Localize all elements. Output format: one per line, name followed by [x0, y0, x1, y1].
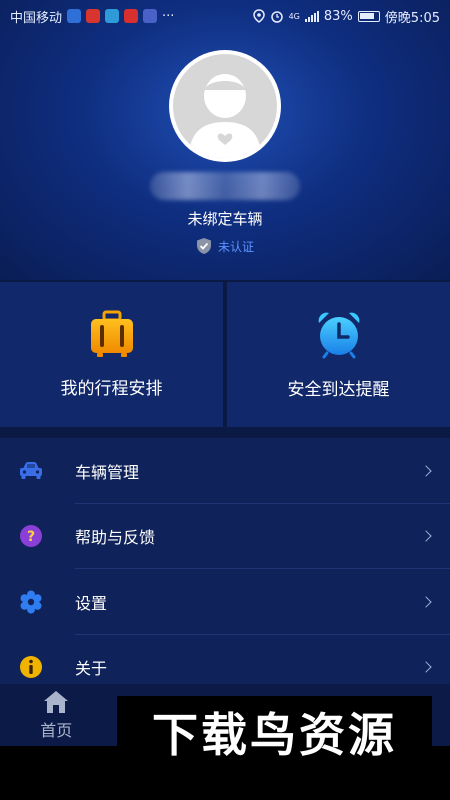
verification-status: 未认证 — [217, 239, 254, 254]
clock-time: 傍晚5:05 — [384, 10, 440, 26]
luggage-icon — [90, 310, 133, 357]
menu-item-label: 车辆管理 — [75, 462, 140, 482]
battery-icon — [357, 10, 380, 22]
more-notifications: ··· — [162, 8, 175, 24]
location-icon — [252, 9, 265, 23]
chevron-right-icon — [420, 465, 432, 477]
app-notification-icon — [86, 9, 101, 23]
settings-menu: 车辆管理 ? 帮助与反馈 设置 关于 — [0, 438, 450, 694]
chevron-right-icon — [420, 530, 432, 542]
battery-percent: 83% — [323, 8, 353, 24]
network-type: 4G — [288, 11, 300, 21]
menu-item-label: 关于 — [75, 659, 108, 679]
info-icon — [18, 654, 44, 680]
app-notification-icon — [105, 9, 120, 23]
verification-badge[interactable]: 未认证 — [0, 237, 450, 255]
app-notification-icon — [124, 9, 139, 23]
app-notification-icon — [67, 9, 82, 23]
home-icon — [44, 690, 69, 713]
status-bar: 中国移动 ··· 4G 83% 傍晚5:05 — [0, 0, 450, 32]
menu-item-label: 帮助与反馈 — [75, 528, 156, 548]
menu-item-help-feedback[interactable]: ? 帮助与反馈 — [0, 504, 450, 569]
car-binding-status[interactable]: 未绑定车辆 — [0, 208, 450, 229]
car-icon — [18, 458, 44, 484]
gear-icon — [18, 589, 44, 615]
watermark-banner: 下载鸟资源 — [117, 696, 432, 768]
menu-item-settings[interactable]: 设置 — [0, 569, 450, 635]
trip-schedule-label: 我的行程安排 — [60, 379, 163, 399]
watermark-text: 下载鸟资源 — [152, 708, 397, 762]
safe-arrival-label: 安全到达提醒 — [287, 380, 390, 400]
alarm-clock-icon — [318, 312, 359, 359]
carrier-label: 中国移动 — [10, 10, 63, 26]
shield-check-icon — [196, 238, 211, 254]
chevron-right-icon — [420, 661, 432, 673]
trip-schedule-card[interactable]: 我的行程安排 — [0, 282, 223, 427]
question-icon: ? — [18, 523, 44, 549]
menu-item-vehicle-management[interactable]: 车辆管理 — [0, 438, 450, 504]
app-notification-icon — [143, 9, 158, 23]
menu-item-label: 设置 — [75, 593, 108, 613]
avatar[interactable] — [169, 50, 281, 162]
chevron-right-icon — [420, 596, 432, 608]
feature-cards: 我的行程安排 安全到达提醒 — [0, 282, 450, 427]
avatar-placeholder-icon — [173, 54, 277, 158]
alarm-icon — [270, 11, 283, 23]
safe-arrival-card[interactable]: 安全到达提醒 — [227, 282, 450, 427]
username-redacted — [150, 172, 300, 200]
tab-home[interactable]: 首页 — [0, 684, 113, 746]
tab-home-label: 首页 — [40, 720, 73, 740]
svg-text:?: ? — [27, 529, 35, 545]
signal-icon — [304, 10, 319, 22]
